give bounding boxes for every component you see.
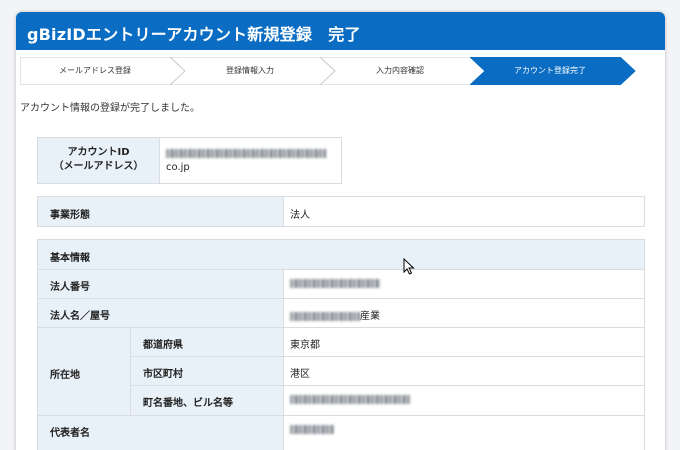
redacted-street bbox=[290, 394, 410, 404]
business-type-label: 事業形態 bbox=[38, 197, 283, 226]
corp-name-label: 法人名／屋号 bbox=[38, 299, 283, 327]
street-label: 町名番地、ビル名等 bbox=[131, 386, 283, 415]
representative-value bbox=[284, 416, 644, 450]
step-label: 登録情報入力 bbox=[226, 66, 274, 75]
step-complete: アカウント登録完了 bbox=[470, 57, 636, 85]
step-label: 入力内容確認 bbox=[376, 66, 424, 75]
corp-number-label: 法人番号 bbox=[38, 270, 283, 298]
step-info-input: 登録情報入力 bbox=[170, 57, 336, 85]
page-title: gBizIDエントリーアカウント新規登録 完了 bbox=[16, 12, 665, 50]
corp-name-value: 産業 bbox=[284, 299, 644, 327]
representative-label: 代表者名 bbox=[38, 416, 283, 450]
city-label: 市区町村 bbox=[131, 357, 283, 385]
redacted-corp-name bbox=[290, 311, 360, 321]
account-id-value-suffix: co.jp bbox=[166, 162, 190, 173]
step-email-registration: メールアドレス登録 bbox=[20, 57, 186, 85]
redacted-email bbox=[166, 148, 326, 158]
city-value: 港区 bbox=[284, 357, 644, 385]
redacted-representative bbox=[290, 424, 334, 434]
street-value bbox=[284, 386, 644, 415]
account-id-label-line1: アカウントID bbox=[67, 147, 130, 158]
account-id-row: アカウントID （メールアドレス） co.jp bbox=[37, 137, 342, 184]
account-id-label: アカウントID （メールアドレス） bbox=[38, 138, 159, 183]
address-label: 所在地 bbox=[38, 328, 130, 415]
step-label: アカウント登録完了 bbox=[514, 66, 586, 75]
redacted-corp-number bbox=[290, 278, 380, 288]
account-id-label-line2: （メールアドレス） bbox=[53, 161, 144, 172]
prefecture-label: 都道府県 bbox=[131, 328, 283, 356]
basic-info-table: 基本情報 法人番号 法人名／屋号 産業 所在地 都道府県 東京都 市区町村 港区… bbox=[37, 239, 645, 450]
business-type-value: 法人 bbox=[284, 197, 644, 226]
step-label: メールアドレス登録 bbox=[59, 66, 131, 75]
corp-name-suffix: 産業 bbox=[360, 311, 380, 322]
prefecture-value: 東京都 bbox=[284, 328, 644, 356]
completion-message: アカウント情報の登録が完了しました。 bbox=[20, 103, 200, 114]
account-id-value: co.jp bbox=[160, 138, 341, 183]
business-type-row: 事業形態 法人 bbox=[37, 196, 645, 227]
basic-info-section-title: 基本情報 bbox=[38, 240, 644, 269]
progress-steps: メールアドレス登録 登録情報入力 入力内容確認 アカウント登録完了 bbox=[20, 57, 636, 85]
corp-number-value bbox=[284, 270, 644, 298]
mouse-cursor-icon bbox=[403, 258, 415, 275]
step-confirm: 入力内容確認 bbox=[320, 57, 486, 85]
